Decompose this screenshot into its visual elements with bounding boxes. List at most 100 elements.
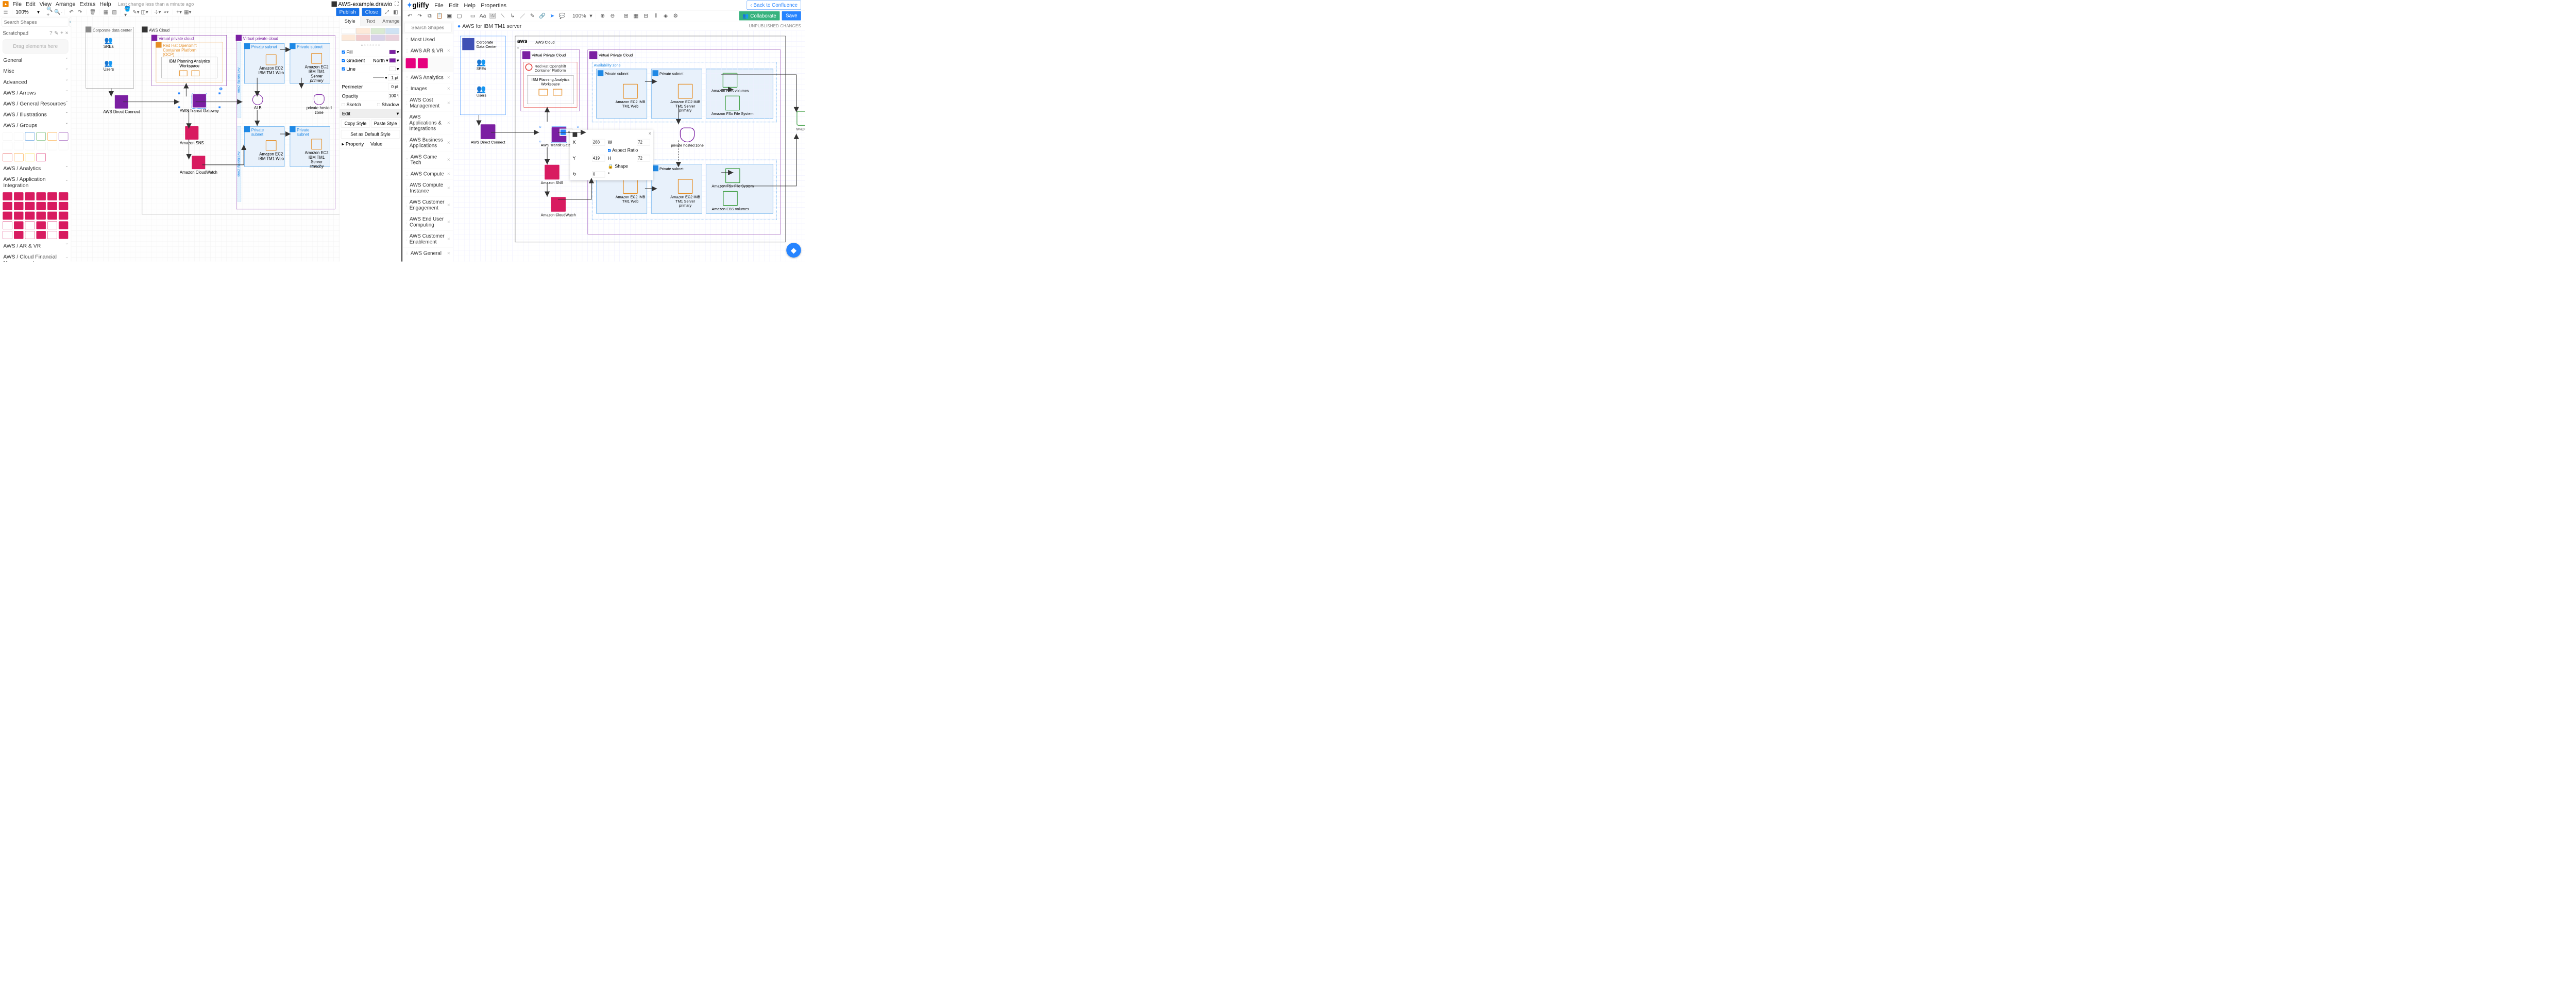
shape-icon[interactable] — [25, 202, 35, 210]
cat-aws-compute-instance[interactable]: AWS Compute Instance× — [402, 179, 453, 196]
shape-icon[interactable] — [59, 222, 69, 230]
close-button[interactable]: Close — [362, 8, 381, 16]
line-width-input[interactable] — [388, 75, 399, 81]
layers-icon[interactable]: ◈ — [663, 12, 669, 19]
zoom-in-icon[interactable]: 🔍+ — [47, 9, 53, 15]
resize-handle[interactable] — [539, 126, 541, 127]
shape-icon[interactable] — [47, 231, 57, 239]
ungroup-icon[interactable]: ▢ — [456, 12, 462, 19]
remove-icon[interactable]: × — [447, 75, 450, 80]
to-front-icon[interactable]: ▦ — [103, 9, 109, 15]
gliffy-help-fab[interactable]: ◆ — [786, 243, 801, 258]
group-shape[interactable] — [36, 142, 46, 150]
remove-icon[interactable]: × — [447, 236, 450, 242]
snapshot-icon[interactable] — [796, 111, 805, 126]
opacity-input[interactable] — [388, 93, 399, 99]
ec2-icon[interactable] — [266, 55, 277, 65]
save-button[interactable]: Save — [782, 11, 801, 21]
text-tool-icon[interactable]: Aa — [480, 12, 486, 19]
menu-help[interactable]: Help — [464, 2, 475, 8]
undo-icon[interactable]: ↶ — [406, 12, 413, 19]
cat-aws-cost[interactable]: AWS Cost Management× — [402, 94, 453, 111]
group-shape[interactable] — [3, 154, 12, 162]
palette-pager[interactable]: ● ○ ○ ○ ○ ○ ○ — [340, 42, 401, 47]
route53-icon[interactable] — [314, 94, 325, 105]
shape-icon[interactable] — [25, 192, 35, 200]
ec2-icon[interactable] — [678, 179, 693, 194]
ec2-icon[interactable] — [623, 179, 638, 194]
color-swatch[interactable] — [342, 28, 355, 33]
shape-icon[interactable] — [14, 212, 24, 220]
rotate-handle[interactable]: ↻ — [219, 88, 223, 91]
connection-icon[interactable]: ⊹▾ — [155, 9, 160, 15]
tab-style[interactable]: Style — [340, 16, 360, 26]
cat-aws-app-integration[interactable]: AWS / Application Integrationˇ — [0, 174, 71, 191]
perimeter-input[interactable] — [388, 83, 399, 90]
remove-icon[interactable]: × — [447, 86, 450, 92]
shape-icon[interactable] — [3, 231, 12, 239]
scratchpad-header[interactable]: Scratchpad ?✎+× — [0, 28, 71, 38]
copy-icon[interactable]: ⧉ — [427, 12, 433, 19]
tab-arrange[interactable]: Arrange — [381, 16, 401, 26]
transit-gateway-icon[interactable] — [193, 94, 206, 108]
menu-file[interactable]: File — [434, 2, 444, 8]
shape-icon[interactable] — [3, 192, 12, 200]
group-shape[interactable] — [14, 154, 24, 162]
table-icon[interactable]: ▦▾ — [185, 9, 191, 15]
gradient-color-swatch[interactable] — [389, 58, 396, 62]
fill-swatch[interactable] — [573, 132, 578, 137]
drawio-canvas[interactable]: Corporate data center 👥SREs 👥Users AWS C… — [71, 16, 340, 261]
lock-icon[interactable]: 🔒 — [608, 163, 614, 169]
color-swatch[interactable] — [342, 35, 355, 40]
line-tool-icon[interactable]: ／ — [519, 12, 526, 19]
remove-icon[interactable]: × — [447, 48, 450, 54]
sns-icon[interactable] — [545, 165, 560, 180]
remove-icon[interactable]: × — [447, 100, 450, 106]
workspace-box[interactable]: IBM Planning Analytics Workspace — [527, 76, 573, 104]
group-shape[interactable] — [25, 154, 35, 162]
style-tool-icon[interactable] — [561, 129, 566, 135]
gliffy-canvas[interactable]: Corporate Data Center 👥SREs 👥Users aws⌣ … — [453, 30, 805, 261]
image-tool-icon[interactable]: 🖼 — [489, 12, 496, 19]
rect-tool-icon[interactable]: ▭ — [470, 12, 476, 19]
shape-icon[interactable] — [406, 58, 416, 68]
scratchpad-add-icon[interactable]: + — [60, 30, 63, 37]
group-shape[interactable] — [25, 132, 35, 141]
shape-icon[interactable] — [25, 231, 35, 239]
tab-text[interactable]: Text — [360, 16, 381, 26]
menu-properties[interactable]: Properties — [481, 2, 506, 8]
fsx-icon[interactable] — [725, 96, 740, 111]
insert-icon[interactable]: +▾ — [176, 9, 182, 15]
shape-icon[interactable] — [59, 202, 69, 210]
paste-icon[interactable]: 📋 — [436, 12, 443, 19]
menu-help[interactable]: Help — [99, 1, 111, 7]
search-shapes-input[interactable] — [2, 18, 69, 27]
cloudwatch-icon[interactable] — [551, 197, 566, 212]
connector-straight-icon[interactable]: ⟍ — [499, 12, 505, 19]
fsx-icon[interactable] — [725, 169, 740, 183]
shape-properties-popup[interactable]: × X W Aspect Ratio Y H 🔒Shape ↻° — [570, 130, 653, 180]
group-shape[interactable] — [3, 132, 12, 141]
scratchpad-edit-icon[interactable]: ✎ — [54, 30, 58, 37]
ec2-icon[interactable] — [678, 84, 693, 99]
shape-icon[interactable] — [47, 202, 57, 210]
remove-icon[interactable]: × — [447, 185, 450, 191]
document-title[interactable]: AWS for IBM TM1 server — [462, 23, 521, 29]
grid-snap-icon[interactable]: ⊞ — [623, 12, 629, 19]
pointer-tool-icon[interactable]: ➤ — [549, 12, 555, 19]
y-input[interactable] — [592, 155, 605, 161]
remove-icon[interactable]: × — [447, 219, 450, 225]
cat-aws-group-icons[interactable]: AWS Group Icons× — [402, 259, 453, 261]
cat-aws-general[interactable]: AWS General× — [402, 247, 453, 259]
menu-edit[interactable]: Edit — [26, 1, 36, 7]
color-swatch[interactable] — [371, 28, 385, 33]
group-shape[interactable] — [59, 132, 69, 141]
group-icon[interactable]: ▣ — [446, 12, 452, 19]
fill-color-swatch[interactable] — [389, 50, 396, 54]
workspace-box[interactable]: IBM Planning Analytics Workspace — [162, 57, 217, 78]
line-checkbox[interactable] — [342, 68, 345, 71]
group-shape[interactable] — [47, 132, 57, 141]
h-input[interactable] — [637, 155, 650, 161]
cat-aws-customer-enable[interactable]: AWS Customer Enablement× — [402, 230, 453, 247]
scratchpad-help-icon[interactable]: ? — [49, 30, 52, 37]
